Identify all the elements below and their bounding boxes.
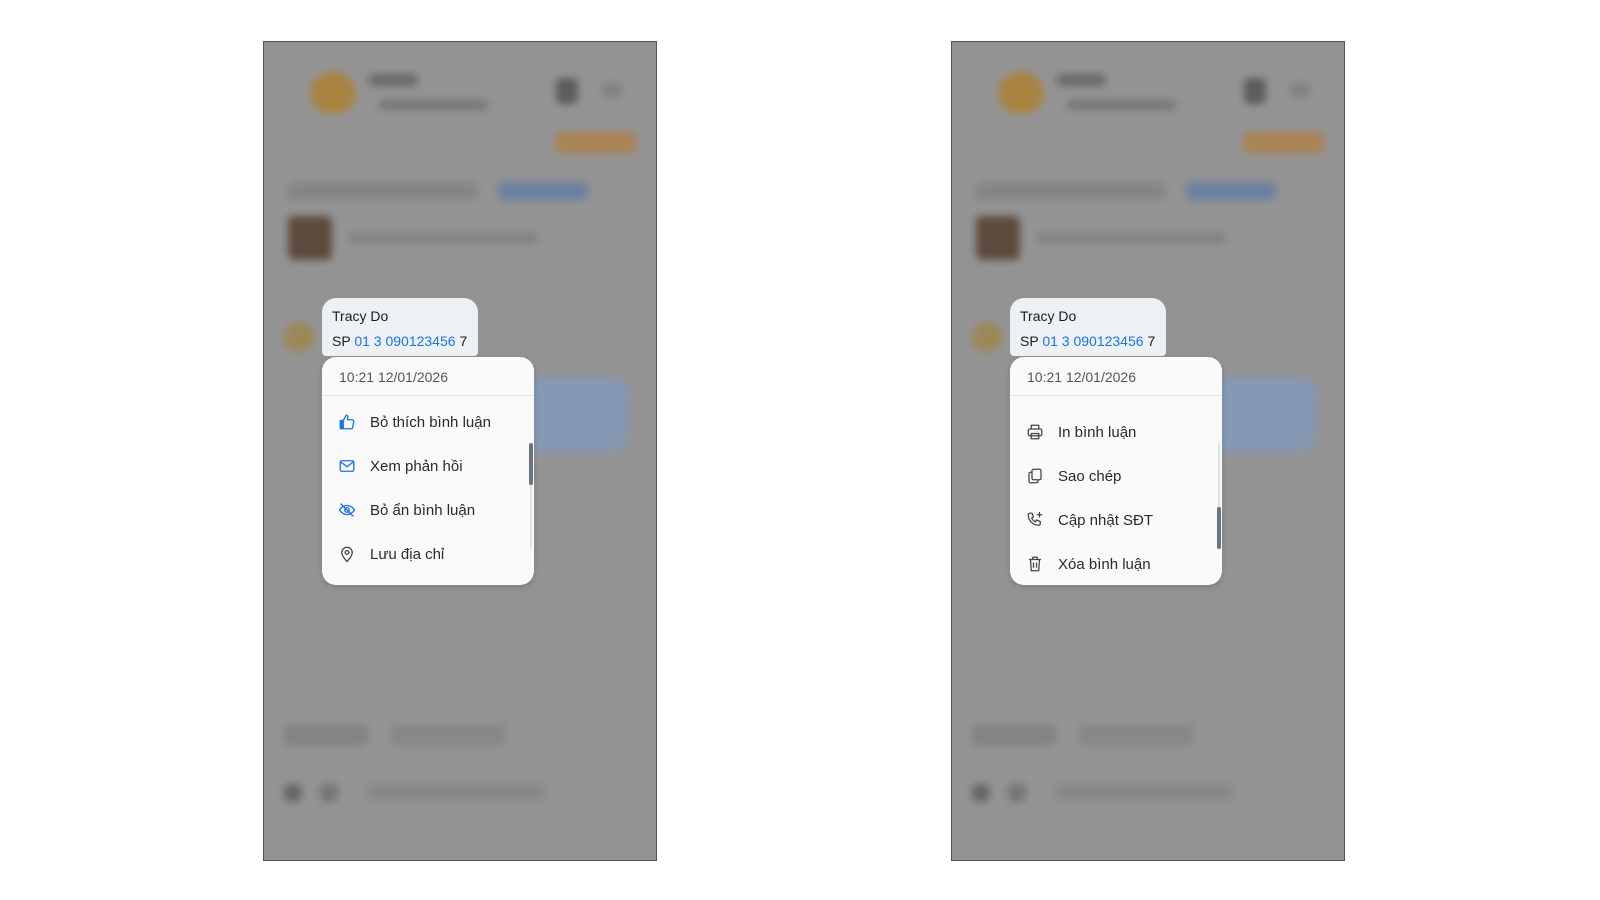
menu-item-label: Bỏ thích bình luận — [370, 413, 491, 431]
comment-author: Tracy Do — [1020, 308, 1077, 324]
comment-bubble: Tracy Do SP 01 3 090123456 7 — [1010, 298, 1166, 356]
comment-suffix: 7 — [1147, 333, 1156, 349]
menu-item-save-address[interactable]: Lưu địa chỉ — [322, 532, 522, 576]
menu-item-label: In bình luận — [1058, 423, 1137, 441]
trash-icon — [1025, 554, 1045, 574]
thumbs-up-icon — [337, 412, 357, 432]
comment-author: Tracy Do — [332, 308, 389, 324]
menu-item-delete-comment[interactable]: Xóa bình luận — [1010, 542, 1210, 585]
comment-prefix: SP — [332, 333, 351, 349]
comment-phone-link[interactable]: 01 3 090123456 — [1042, 333, 1143, 349]
menu-item-print-comment[interactable]: In bình luận — [1010, 410, 1210, 454]
comment-context-menu: 10:21 12/01/2026 Bỏ thích bình luận Xem … — [322, 357, 534, 585]
comment-text: SP 01 3 090123456 7 — [1020, 332, 1156, 350]
comment-suffix: 7 — [459, 333, 468, 349]
menu-item-unlike-comment[interactable]: Bỏ thích bình luận — [322, 400, 522, 444]
copy-icon — [1025, 466, 1045, 486]
envelope-icon — [337, 456, 357, 476]
comment-bubble: Tracy Do SP 01 3 090123456 7 — [322, 298, 478, 356]
menu-scroll-thumb[interactable] — [529, 443, 533, 485]
menu-timestamp: 10:21 12/01/2026 — [1010, 357, 1222, 396]
comment-context-menu: 10:21 12/01/2026 In bình luận Sao chép C… — [1010, 357, 1222, 585]
comment-text: SP 01 3 090123456 7 — [332, 332, 468, 350]
phone-screen-right: Tracy Do SP 01 3 090123456 7 10:21 12/01… — [951, 41, 1345, 861]
printer-icon — [1025, 422, 1045, 442]
menu-item-label: Cập nhật SĐT — [1058, 511, 1154, 529]
menu-item-label: Bỏ ẩn bình luận — [370, 501, 476, 519]
menu-timestamp: 10:21 12/01/2026 — [322, 357, 534, 396]
comment-phone-link[interactable]: 01 3 090123456 — [354, 333, 455, 349]
comment-prefix: SP — [1020, 333, 1039, 349]
phone-plus-icon — [1025, 510, 1045, 530]
menu-item-view-replies[interactable]: Xem phản hồi — [322, 444, 522, 488]
location-pin-icon — [337, 544, 357, 564]
menu-scroll-thumb[interactable] — [1217, 507, 1221, 549]
menu-item-unhide-comment[interactable]: Bỏ ẩn bình luận — [322, 488, 522, 532]
menu-item-update-phone[interactable]: Cập nhật SĐT — [1010, 498, 1210, 542]
menu-item-label: Sao chép — [1058, 467, 1122, 485]
menu-item-label: Xem phản hồi — [370, 457, 463, 475]
phone-screen-left: Tracy Do SP 01 3 090123456 7 10:21 12/01… — [263, 41, 657, 861]
menu-item-copy[interactable]: Sao chép — [1010, 454, 1210, 498]
eye-off-icon — [337, 500, 357, 520]
menu-item-label: Lưu địa chỉ — [370, 545, 445, 563]
menu-item-label: Xóa bình luận — [1058, 555, 1151, 573]
